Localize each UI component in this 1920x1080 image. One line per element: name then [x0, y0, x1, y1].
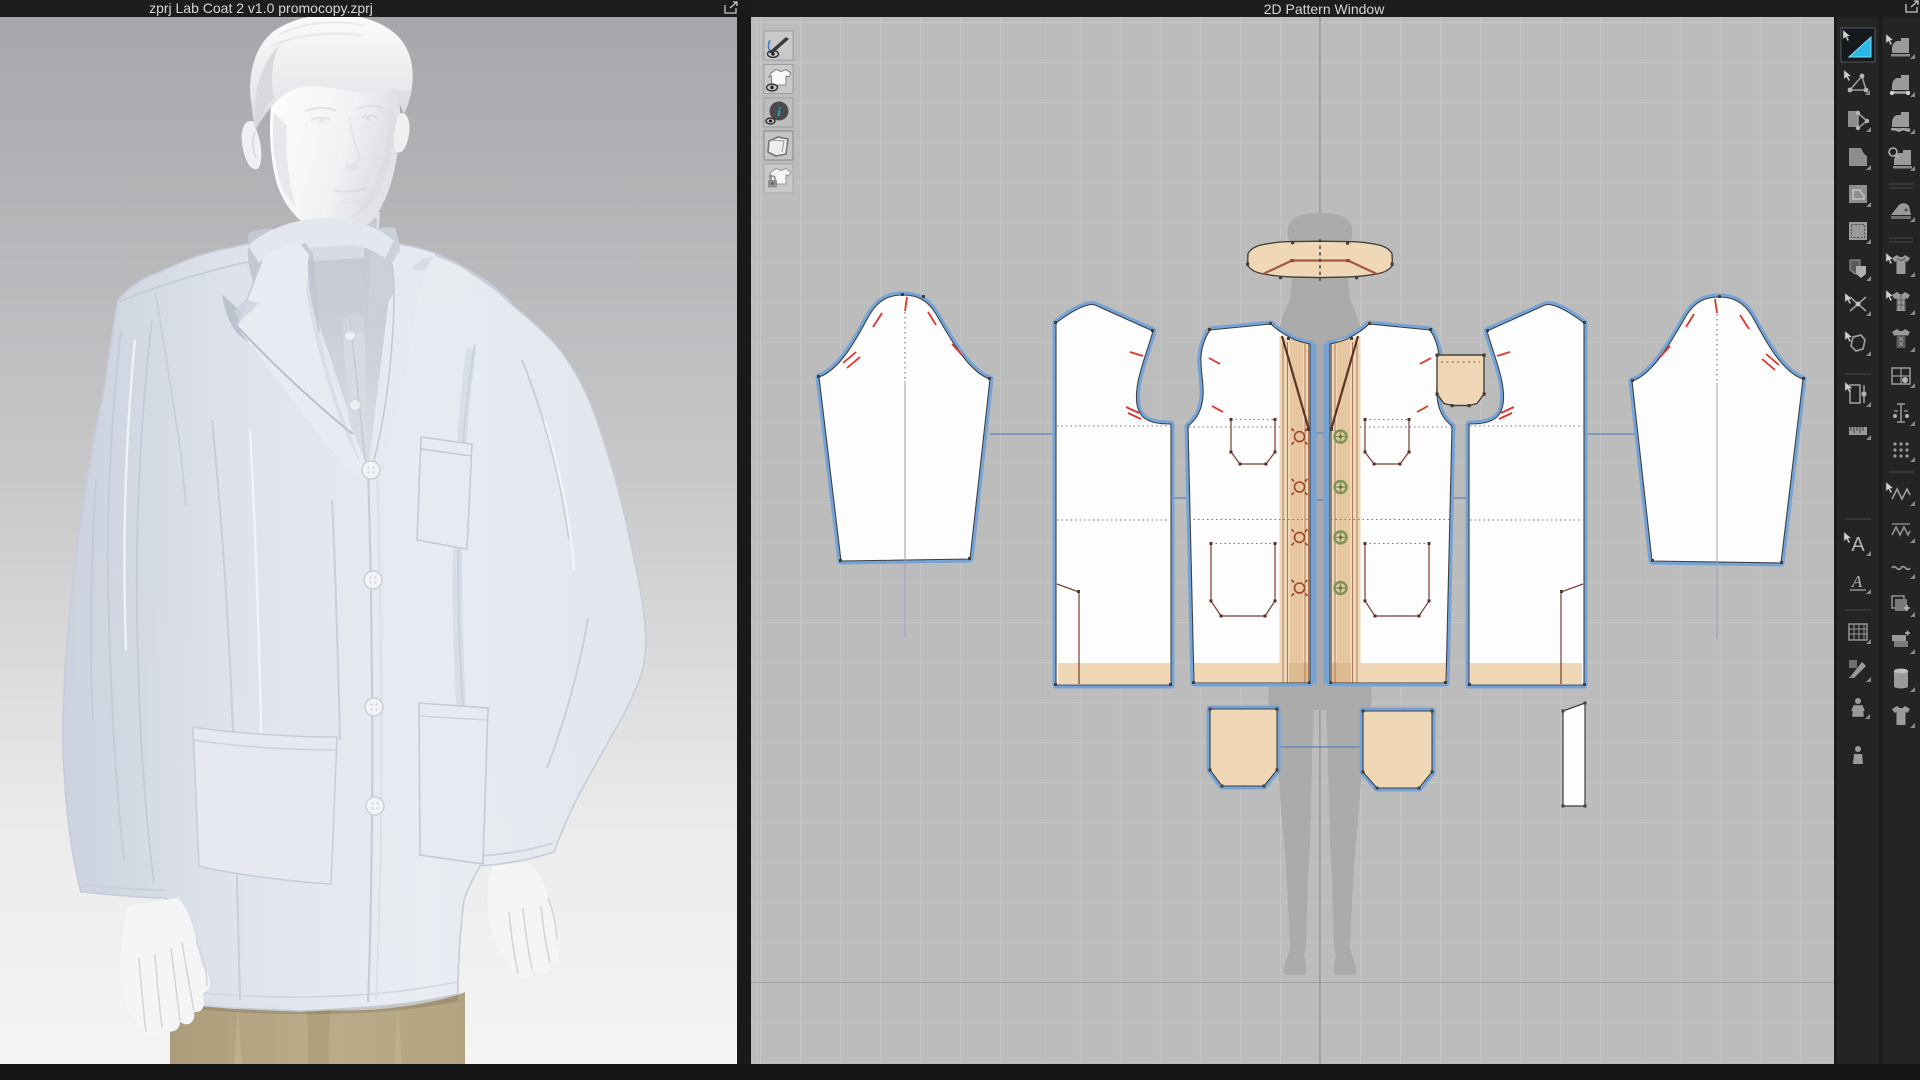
svg-text:i: i: [777, 104, 781, 119]
svg-text:A: A: [1851, 572, 1863, 591]
svg-text:A: A: [1851, 534, 1865, 556]
